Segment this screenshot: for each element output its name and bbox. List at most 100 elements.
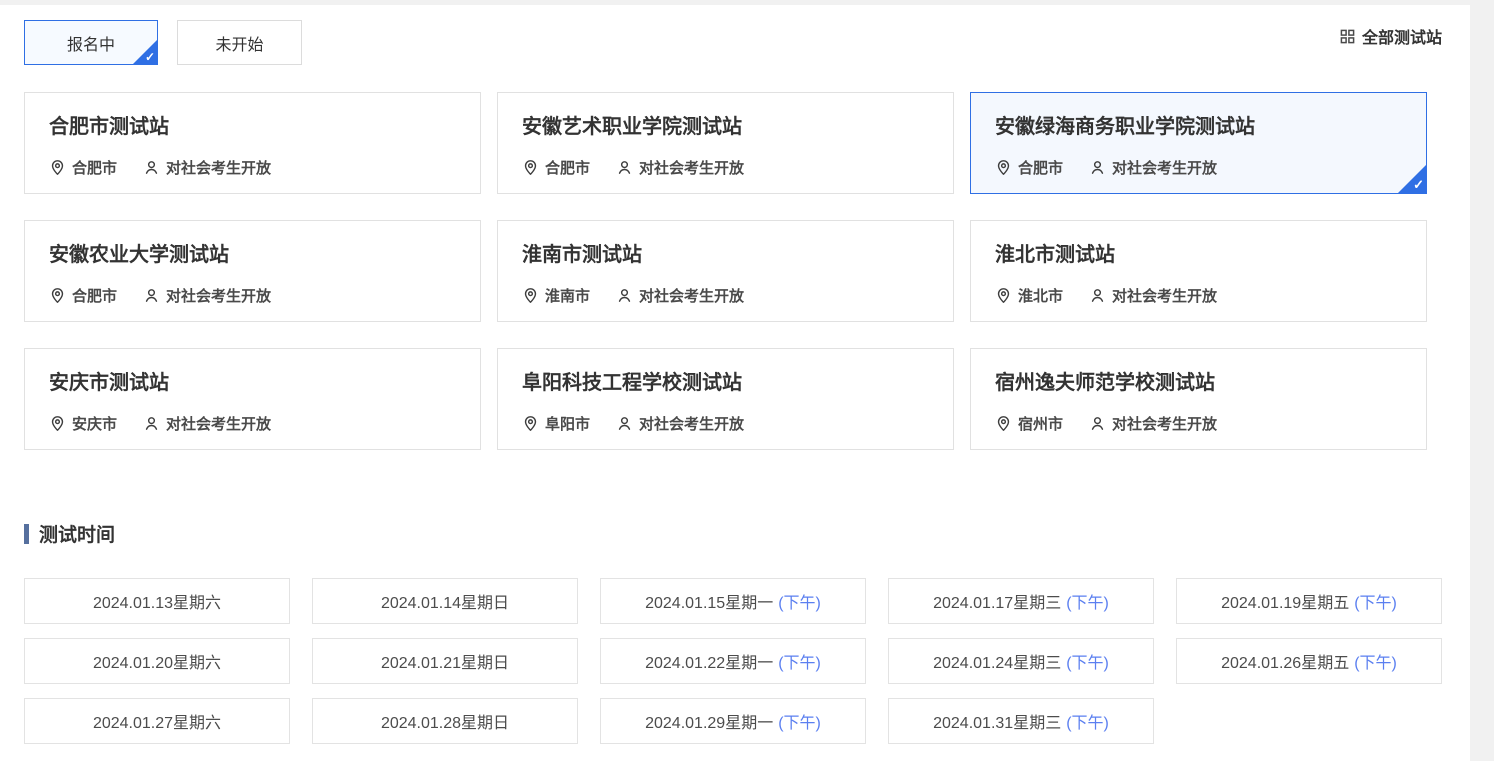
date-label: 2024.01.17星期三 [933,589,1061,613]
date-session-label: (下午) [778,589,821,613]
station-city-item: 安庆市 [49,413,117,434]
person-icon [616,159,633,176]
station-city: 宿州市 [1018,413,1063,434]
station-meta: 宿州市 对社会考生开放 [995,413,1402,434]
map-pin-icon [995,415,1012,432]
map-pin-icon [49,287,66,304]
date-label: 2024.01.13星期六 [93,589,221,613]
tab-registering-label: 报名中 [67,31,115,55]
date-label: 2024.01.28星期日 [381,709,509,733]
station-name: 安徽艺术职业学院测试站 [522,114,929,140]
station-card[interactable]: 淮南市测试站 淮南市 对社会考生开放 [497,220,954,322]
station-audience-item: 对社会考生开放 [616,285,744,306]
station-name: 安徽绿海商务职业学院测试站 [995,114,1402,140]
station-card[interactable]: 淮北市测试站 淮北市 对社会考生开放 [970,220,1427,322]
date-session-label: (下午) [778,649,821,673]
date-label: 2024.01.22星期一 [645,649,773,673]
test-date-cell[interactable]: 2024.01.26星期五 (下午) [1176,638,1442,684]
test-date-cell[interactable]: 2024.01.21星期日 [312,638,578,684]
all-stations-link[interactable]: 全部测试站 [1340,24,1442,48]
page-container: 报名中 ✓ 未开始 全部测试站 合肥市 [0,5,1470,761]
station-audience: 对社会考生开放 [166,285,271,306]
station-name: 安徽农业大学测试站 [49,242,456,268]
map-pin-icon [49,415,66,432]
date-session-label: (下午) [1354,589,1397,613]
person-icon [143,159,160,176]
station-name: 淮南市测试站 [522,242,929,268]
selected-corner-icon: ✓ [132,39,158,65]
date-label: 2024.01.19星期五 [1221,589,1349,613]
date-grid: 2024.01.13星期六 2024.01.14星期日 2024.01.15星期… [24,578,1442,744]
section-title: 测试时间 [39,520,115,547]
section-bar-icon [24,524,29,544]
station-audience: 对社会考生开放 [1112,157,1217,178]
station-city-item: 合肥市 [522,157,590,178]
station-city: 合肥市 [72,285,117,306]
tab-not-started[interactable]: 未开始 [177,20,302,65]
all-stations-label: 全部测试站 [1362,24,1442,48]
station-meta: 淮南市 对社会考生开放 [522,285,929,306]
person-icon [1089,159,1106,176]
station-audience-item: 对社会考生开放 [1089,413,1217,434]
date-label: 2024.01.21星期日 [381,649,509,673]
station-city: 合肥市 [545,157,590,178]
date-session-label: (下午) [1354,649,1397,673]
tab-registering[interactable]: 报名中 ✓ [24,20,158,65]
station-card[interactable]: 安庆市测试站 安庆市 对社会考生开放 [24,348,481,450]
station-name: 宿州逸夫师范学校测试站 [995,370,1402,396]
station-city: 合肥市 [72,157,117,178]
station-audience-item: 对社会考生开放 [616,413,744,434]
test-date-cell[interactable]: 2024.01.29星期一 (下午) [600,698,866,744]
test-date-cell[interactable]: 2024.01.14星期日 [312,578,578,624]
test-date-cell[interactable]: 2024.01.24星期三 (下午) [888,638,1154,684]
test-date-cell[interactable]: 2024.01.22星期一 (下午) [600,638,866,684]
test-date-cell[interactable]: 2024.01.20星期六 [24,638,290,684]
station-card[interactable]: 阜阳科技工程学校测试站 阜阳市 对社会考生开放 [497,348,954,450]
test-date-cell[interactable]: 2024.01.31星期三 (下午) [888,698,1154,744]
test-date-cell[interactable]: 2024.01.28星期日 [312,698,578,744]
station-meta: 安庆市 对社会考生开放 [49,413,456,434]
date-label: 2024.01.20星期六 [93,649,221,673]
station-audience: 对社会考生开放 [639,157,744,178]
date-session-label: (下午) [778,709,821,733]
date-label: 2024.01.14星期日 [381,589,509,613]
person-icon [616,287,633,304]
map-pin-icon [49,159,66,176]
test-date-cell[interactable]: 2024.01.15星期一 (下午) [600,578,866,624]
tab-not-started-label: 未开始 [215,31,263,55]
station-audience-item: 对社会考生开放 [143,413,271,434]
station-audience: 对社会考生开放 [166,413,271,434]
station-audience-item: 对社会考生开放 [616,157,744,178]
status-tabs: 报名中 ✓ 未开始 [24,20,302,65]
station-city-item: 宿州市 [995,413,1063,434]
section-header: 测试时间 [24,520,1442,547]
grid-icon [1340,29,1355,44]
person-icon [1089,287,1106,304]
test-date-cell[interactable]: 2024.01.27星期六 [24,698,290,744]
station-city: 阜阳市 [545,413,590,434]
station-city: 合肥市 [1018,157,1063,178]
station-card[interactable]: 安徽艺术职业学院测试站 合肥市 对社会考生开放 [497,92,954,194]
station-city: 安庆市 [72,413,117,434]
station-card[interactable]: 安徽农业大学测试站 合肥市 对社会考生开放 [24,220,481,322]
test-date-cell[interactable]: 2024.01.17星期三 (下午) [888,578,1154,624]
station-audience-item: 对社会考生开放 [1089,285,1217,306]
date-session-label: (下午) [1066,649,1109,673]
person-icon [616,415,633,432]
station-city-item: 合肥市 [49,157,117,178]
person-icon [143,415,160,432]
check-icon: ✓ [145,51,155,63]
station-city-item: 淮南市 [522,285,590,306]
station-audience-item: 对社会考生开放 [143,157,271,178]
station-card[interactable]: 合肥市测试站 合肥市 对社会考生开放 [24,92,481,194]
map-pin-icon [995,287,1012,304]
test-date-cell[interactable]: 2024.01.19星期五 (下午) [1176,578,1442,624]
person-icon [1089,415,1106,432]
test-date-cell[interactable]: 2024.01.13星期六 [24,578,290,624]
date-label: 2024.01.15星期一 [645,589,773,613]
station-card[interactable]: 宿州逸夫师范学校测试站 宿州市 对社会考生开放 [970,348,1427,450]
header-row: 报名中 ✓ 未开始 全部测试站 [24,20,1442,65]
station-card[interactable]: 安徽绿海商务职业学院测试站 合肥市 对社会考生开放 ✓ [970,92,1427,194]
station-name: 合肥市测试站 [49,114,456,140]
station-name: 安庆市测试站 [49,370,456,396]
